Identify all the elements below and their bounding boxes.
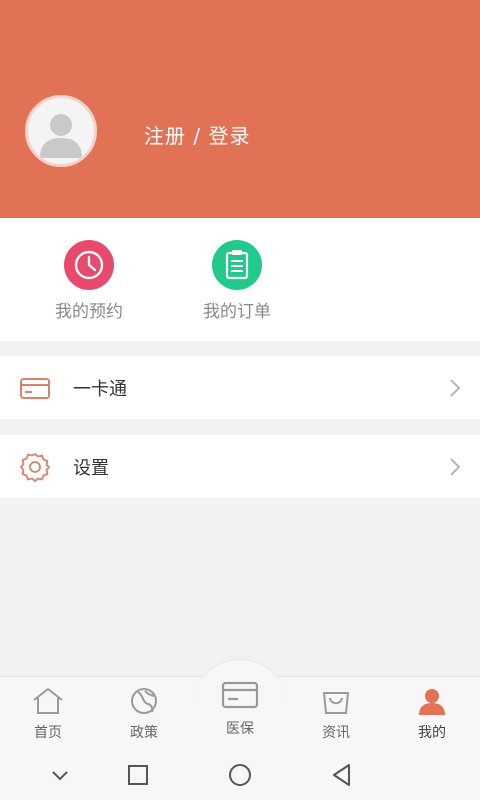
avatar[interactable] [25, 95, 97, 167]
tab-home[interactable]: 首页 [0, 680, 96, 748]
my-orders-button[interactable]: 我的订单 [177, 240, 297, 322]
login-register-link[interactable]: 注册 / 登录 [144, 120, 250, 149]
tab-mine[interactable]: 我的 [384, 680, 480, 748]
policy-icon [131, 688, 157, 714]
tab-policy[interactable]: 政策 [96, 680, 192, 748]
tab-mine-label: 我的 [418, 725, 446, 741]
profile-header: 注册 / 登录 [0, 0, 480, 218]
clock-icon [74, 250, 104, 280]
menu-row-settings[interactable]: 设置 [0, 435, 480, 498]
chevron-down-icon[interactable] [46, 762, 74, 788]
menu-row-settings-label: 设置 [73, 458, 109, 479]
tab-home-label: 首页 [34, 725, 62, 741]
recent-apps-icon[interactable] [124, 762, 152, 788]
news-bag-icon [323, 692, 349, 714]
tab-news-label: 资讯 [322, 725, 350, 741]
person-icon [419, 689, 445, 715]
menu-row-card[interactable]: 一卡通 [0, 356, 480, 419]
gear-icon [20, 453, 50, 482]
my-appointments-button[interactable]: 我的预约 [29, 240, 149, 322]
my-orders-label: 我的订单 [203, 302, 271, 322]
chevron-right-icon [450, 458, 461, 476]
clipboard-icon [225, 250, 249, 280]
back-triangle-icon[interactable] [328, 762, 356, 788]
orders-icon-circle [212, 240, 262, 290]
chevron-right-icon [450, 379, 461, 397]
tab-policy-label: 政策 [130, 725, 158, 741]
tab-insurance-label: 医保 [226, 721, 254, 737]
my-appointments-label: 我的预约 [55, 302, 123, 322]
system-navigation-bar [0, 750, 480, 800]
appointment-icon-circle [64, 240, 114, 290]
card-icon [221, 681, 259, 709]
quick-actions: 我的预约 我的订单 [0, 218, 480, 341]
home-circle-icon[interactable] [226, 762, 254, 788]
card-icon [20, 378, 50, 399]
tab-insurance[interactable]: 医保 [192, 672, 288, 740]
tab-news[interactable]: 资讯 [288, 680, 384, 748]
default-user-avatar-icon [40, 114, 82, 158]
menu-row-card-label: 一卡通 [73, 379, 127, 400]
home-icon [33, 688, 63, 714]
